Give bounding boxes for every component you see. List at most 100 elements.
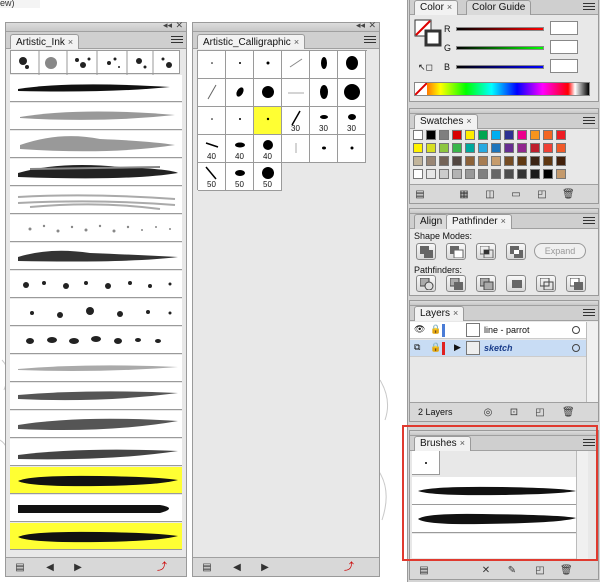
color-swatch[interactable] xyxy=(426,169,436,179)
brush-cell[interactable] xyxy=(198,79,226,107)
eye-icon[interactable]: 👁 xyxy=(414,324,425,335)
tab-swatches[interactable]: Swatches × xyxy=(414,114,478,129)
brush-cell[interactable] xyxy=(282,135,310,163)
brush-stroke-row[interactable] xyxy=(10,187,182,214)
color-swatch[interactable] xyxy=(439,130,449,140)
color-swatch[interactable] xyxy=(478,169,488,179)
brush-cell[interactable] xyxy=(226,79,254,107)
brush-cell[interactable] xyxy=(338,135,366,163)
crop-button[interactable] xyxy=(506,275,526,292)
brush-libraries-icon[interactable]: ▤ xyxy=(14,562,26,573)
tab-close-icon[interactable]: × xyxy=(294,37,299,47)
tab-close-icon[interactable]: × xyxy=(466,116,471,126)
color-swatch[interactable] xyxy=(491,143,501,153)
new-sublayer-icon[interactable]: ◰ xyxy=(534,407,546,418)
brush-stroke-row[interactable] xyxy=(10,383,182,410)
color-swatch[interactable] xyxy=(426,130,436,140)
brush-stroke-row[interactable] xyxy=(10,271,182,298)
color-swatch[interactable] xyxy=(543,156,553,166)
tab-pathfinder[interactable]: Pathfinder × xyxy=(446,214,512,229)
color-swatch[interactable] xyxy=(517,156,527,166)
splatter-brush-row[interactable] xyxy=(10,50,180,75)
swatch-libraries-icon[interactable]: ▤ xyxy=(414,189,426,200)
brush-stroke-row[interactable] xyxy=(10,439,182,466)
color-swatch[interactable] xyxy=(556,143,566,153)
brush-cell[interactable] xyxy=(310,79,338,107)
remove-brush-stroke-icon[interactable]: ✕ xyxy=(480,565,492,576)
color-swatch[interactable] xyxy=(426,156,436,166)
brush-stroke-row[interactable] xyxy=(10,75,182,102)
target-circle-icon[interactable] xyxy=(572,326,580,334)
color-swatch[interactable] xyxy=(517,169,527,179)
brush-cell-selected[interactable] xyxy=(254,107,282,135)
color-swatch[interactable] xyxy=(556,130,566,140)
color-swatch[interactable] xyxy=(478,143,488,153)
brush-cell[interactable] xyxy=(310,51,338,79)
brush-cell[interactable]: 50 xyxy=(198,163,226,191)
outline-button[interactable] xyxy=(536,275,556,292)
brush-cell[interactable] xyxy=(198,51,226,79)
panel-menu-icon[interactable] xyxy=(583,309,595,318)
brush-cell[interactable] xyxy=(338,79,366,107)
channel-b-input[interactable] xyxy=(550,59,578,73)
expand-button[interactable]: Expand xyxy=(534,243,586,259)
none-color-icon[interactable] xyxy=(415,83,427,95)
new-brush-icon[interactable]: ◰ xyxy=(534,565,546,576)
color-swatch[interactable] xyxy=(413,130,423,140)
exclude-button[interactable] xyxy=(506,243,526,260)
color-swatch[interactable] xyxy=(465,156,475,166)
add-to-brushes-icon[interactable]: ⤴ xyxy=(156,562,168,573)
artistic-ink-titlebar[interactable]: ◂◂ ✕ xyxy=(6,20,186,32)
panel-menu-icon[interactable] xyxy=(364,36,376,45)
brush-cell[interactable] xyxy=(338,51,366,79)
layer-row[interactable]: 👁 🔒 line - parrot xyxy=(410,322,586,339)
clipping-mask-icon[interactable]: ⊡ xyxy=(508,407,520,418)
brush-stroke-row[interactable] xyxy=(10,355,182,382)
color-swatch[interactable] xyxy=(439,143,449,153)
previous-library-icon[interactable]: ◀ xyxy=(231,562,243,573)
tab-artistic-calligraphic[interactable]: Artistic_Calligraphic × xyxy=(197,34,306,49)
brush-cell[interactable] xyxy=(226,51,254,79)
layers-scrollbar[interactable] xyxy=(586,322,598,402)
brush-cell[interactable] xyxy=(282,51,310,79)
brush-stroke-row[interactable] xyxy=(10,411,182,438)
channel-g-slider[interactable] xyxy=(456,46,544,50)
brush-cell[interactable] xyxy=(310,135,338,163)
color-swatch[interactable] xyxy=(504,143,514,153)
next-library-icon[interactable]: ▶ xyxy=(259,562,271,573)
color-swatch[interactable] xyxy=(452,156,462,166)
color-swatch[interactable] xyxy=(504,169,514,179)
brush-stroke-row[interactable] xyxy=(10,159,182,186)
brush-cell[interactable]: 40 xyxy=(226,135,254,163)
tab-close-icon[interactable]: × xyxy=(453,308,458,318)
brush-cell[interactable] xyxy=(254,79,282,107)
color-swatch[interactable] xyxy=(491,130,501,140)
color-swatch[interactable] xyxy=(504,156,514,166)
brush-stroke-row[interactable] xyxy=(10,495,182,522)
brush-cell[interactable]: 40 xyxy=(254,135,282,163)
color-swatch[interactable] xyxy=(439,156,449,166)
brush-stroke-row[interactable] xyxy=(10,243,182,270)
brush-cell[interactable]: 30 xyxy=(338,107,366,135)
color-swatch[interactable] xyxy=(491,169,501,179)
brush-stroke-row[interactable] xyxy=(10,215,182,242)
brush-cell[interactable]: 30 xyxy=(282,107,310,135)
panel-menu-icon[interactable] xyxy=(583,217,595,226)
tab-align[interactable]: Align xyxy=(414,214,449,229)
merge-button[interactable] xyxy=(476,275,496,292)
color-swatch[interactable] xyxy=(556,156,566,166)
template-icon[interactable]: ⧉ xyxy=(414,342,420,353)
color-swatch[interactable] xyxy=(413,143,423,153)
unite-button[interactable] xyxy=(416,243,436,260)
color-swatch[interactable] xyxy=(491,156,501,166)
brush-libraries-icon[interactable]: ▤ xyxy=(418,565,430,576)
next-library-icon[interactable]: ▶ xyxy=(72,562,84,573)
brush-stroke-row[interactable] xyxy=(10,131,182,158)
tab-layers[interactable]: Layers × xyxy=(414,306,465,321)
color-swatch[interactable] xyxy=(465,130,475,140)
out-of-gamut-icon[interactable]: ↖◻ xyxy=(418,62,433,73)
color-swatch[interactable] xyxy=(452,143,462,153)
expand-triangle-icon[interactable]: ▶ xyxy=(454,342,461,353)
color-swatch[interactable] xyxy=(530,169,540,179)
tab-color[interactable]: Color × xyxy=(414,0,459,15)
